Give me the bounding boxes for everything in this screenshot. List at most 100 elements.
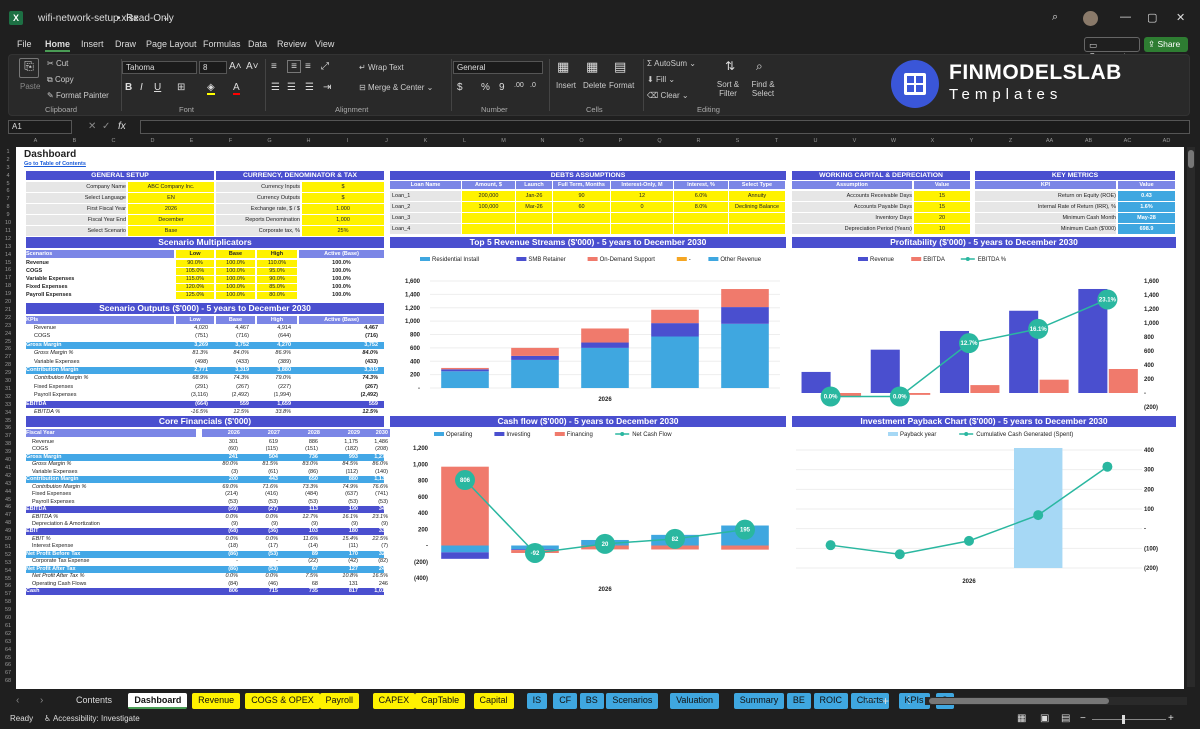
column-header[interactable]: E <box>172 138 211 147</box>
number-format-select[interactable]: General <box>453 61 543 74</box>
row-header[interactable]: 48 <box>0 520 16 526</box>
currency-value[interactable]: $ <box>302 182 384 192</box>
loan-value[interactable] <box>516 224 552 234</box>
row-header[interactable]: 54 <box>0 568 16 574</box>
column-header[interactable]: D <box>133 138 172 147</box>
merge-center-button[interactable]: ⊟ Merge & Center ⌄ <box>359 83 433 92</box>
row-header[interactable]: 53 <box>0 560 16 566</box>
row-header[interactable]: 66 <box>0 662 16 668</box>
revenue-streams-chart[interactable]: Residential Install SMB Retainer On-Demand… <box>390 249 786 415</box>
menu-review[interactable]: Review <box>277 39 307 49</box>
loan-value[interactable]: 100,000 <box>462 202 515 212</box>
currency-icon[interactable]: $ <box>457 82 463 93</box>
sheet-tab-roic[interactable]: ROIC <box>813 693 848 709</box>
horizontal-scrollbar[interactable] <box>925 697 1187 705</box>
row-header[interactable]: 27 <box>0 354 16 360</box>
multiplier-value[interactable]: 80.0% <box>257 292 297 299</box>
avatar[interactable] <box>1083 11 1098 26</box>
row-header[interactable]: 38 <box>0 441 16 447</box>
row-header[interactable]: 14 <box>0 252 16 258</box>
multiplier-value[interactable]: 110.0% <box>257 260 297 267</box>
sheet-tab-payroll[interactable]: Payroll <box>319 693 360 709</box>
row-header[interactable]: 45 <box>0 497 16 503</box>
column-header[interactable]: AC <box>1108 138 1147 147</box>
column-header[interactable]: P <box>601 138 640 147</box>
loan-value[interactable]: 60 <box>553 202 610 212</box>
loan-value[interactable] <box>674 213 728 223</box>
row-header[interactable]: 23 <box>0 323 16 329</box>
row-header[interactable]: 43 <box>0 481 16 487</box>
multiplier-value[interactable]: 100.0% <box>216 260 255 267</box>
row-header[interactable]: 40 <box>0 457 16 463</box>
loan-value[interactable] <box>462 224 515 234</box>
loan-value[interactable]: Mar-26 <box>516 202 552 212</box>
decrease-decimal-icon[interactable]: .0 <box>530 82 536 89</box>
paste-icon[interactable]: ⎘ <box>19 58 39 78</box>
row-header[interactable]: 7 <box>0 196 16 202</box>
row-header[interactable]: 12 <box>0 236 16 242</box>
row-header[interactable]: 17 <box>0 275 16 281</box>
setup-value[interactable]: Base <box>128 226 214 236</box>
menu-insert[interactable]: Insert <box>81 39 104 49</box>
delete-cells-icon[interactable]: ▦ <box>586 59 598 75</box>
search-icon[interactable]: ⌕ <box>1052 11 1058 24</box>
align-top-icon[interactable]: ≡ <box>271 61 277 72</box>
currency-value[interactable]: 1,000 <box>302 215 384 225</box>
chevron-down-icon[interactable]: ⌄ <box>162 12 170 23</box>
decrease-font-icon[interactable]: A˅ <box>246 61 259 72</box>
loan-value[interactable]: 6.0% <box>674 191 728 201</box>
zoom-out-icon[interactable]: − <box>1080 713 1086 724</box>
row-header[interactable]: 33 <box>0 402 16 408</box>
accessibility-status[interactable]: ♿ Accessibility: Investigate <box>44 714 140 723</box>
row-header[interactable]: 62 <box>0 631 16 637</box>
row-header[interactable]: 51 <box>0 544 16 550</box>
sheet-tab-bs[interactable]: BS <box>579 693 604 709</box>
sheet-tab-cogs-opex[interactable]: COGS & OPEX <box>245 693 320 709</box>
loan-value[interactable] <box>553 224 610 234</box>
row-header[interactable]: 29 <box>0 370 16 376</box>
tabs-more-icon[interactable]: ⋯ <box>866 695 876 706</box>
column-header[interactable]: M <box>484 138 523 147</box>
row-header[interactable]: 67 <box>0 670 16 676</box>
row-header[interactable]: 34 <box>0 410 16 416</box>
column-header[interactable]: G <box>250 138 289 147</box>
loan-value[interactable] <box>611 224 673 234</box>
format-cells-icon[interactable]: ▤ <box>614 59 626 75</box>
row-header[interactable]: 19 <box>0 291 16 297</box>
row-header[interactable]: 57 <box>0 591 16 597</box>
loan-value[interactable]: Declining Balance <box>729 202 785 212</box>
menu-data[interactable]: Data <box>248 39 267 49</box>
multiplier-value[interactable]: 90.0% <box>176 260 214 267</box>
multiplier-value[interactable]: 85.0% <box>257 284 297 291</box>
loan-value[interactable]: Jan-26 <box>516 191 552 201</box>
row-header[interactable]: 64 <box>0 647 16 653</box>
column-header[interactable]: AA <box>1030 138 1069 147</box>
zoom-in-icon[interactable]: + <box>1168 713 1174 724</box>
row-header[interactable]: 56 <box>0 583 16 589</box>
sheet-tab-contents[interactable]: Contents <box>70 693 118 709</box>
sheet-tab-is[interactable]: IS <box>526 693 548 709</box>
row-header[interactable]: 36 <box>0 425 16 431</box>
row-header[interactable]: 5 <box>0 181 16 187</box>
indent-icon[interactable]: ⇥ <box>323 82 331 93</box>
font-color-icon[interactable]: A <box>233 82 240 95</box>
align-right-icon[interactable]: ☰ <box>305 82 314 93</box>
column-header[interactable]: L <box>445 138 484 147</box>
row-header[interactable]: 50 <box>0 536 16 542</box>
column-header[interactable]: K <box>406 138 445 147</box>
close-icon[interactable]: ✕ <box>1176 11 1185 24</box>
sheet-tab-summary[interactable]: Summary <box>733 693 785 709</box>
insert-cells-button[interactable]: Insert <box>556 81 576 90</box>
align-center-icon[interactable]: ☰ <box>287 82 296 93</box>
minimize-icon[interactable]: — <box>1120 11 1131 23</box>
column-header[interactable]: J <box>367 138 406 147</box>
multiplier-value[interactable]: 100.0% <box>216 268 255 275</box>
loan-value[interactable] <box>674 224 728 234</box>
row-header[interactable]: 18 <box>0 283 16 289</box>
row-header[interactable]: 42 <box>0 473 16 479</box>
row-header[interactable]: 61 <box>0 623 16 629</box>
maximize-icon[interactable]: ▢ <box>1147 11 1157 24</box>
row-header[interactable]: 25 <box>0 339 16 345</box>
column-header[interactable]: B <box>55 138 94 147</box>
wrap-text-button[interactable]: ↵ Wrap Text <box>359 63 404 72</box>
